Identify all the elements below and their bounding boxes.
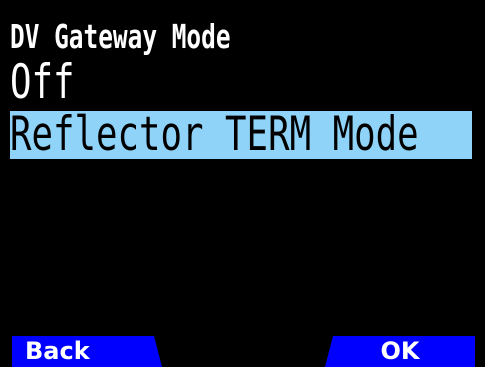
option-reflector-term-mode-label: Reflector TERM Mode xyxy=(10,111,419,159)
option-off-label: Off xyxy=(10,59,75,107)
option-off[interactable]: Off xyxy=(10,59,472,107)
back-button[interactable]: Back xyxy=(12,336,162,367)
ok-button[interactable]: OK xyxy=(325,336,475,367)
screen-title: DV Gateway Mode xyxy=(10,17,231,56)
option-reflector-term-mode[interactable]: Reflector TERM Mode xyxy=(10,111,472,159)
radio-display-screen: DV Gateway Mode Off Reflector TERM Mode … xyxy=(0,0,485,367)
gateway-mode-options: Off Reflector TERM Mode xyxy=(10,59,472,159)
